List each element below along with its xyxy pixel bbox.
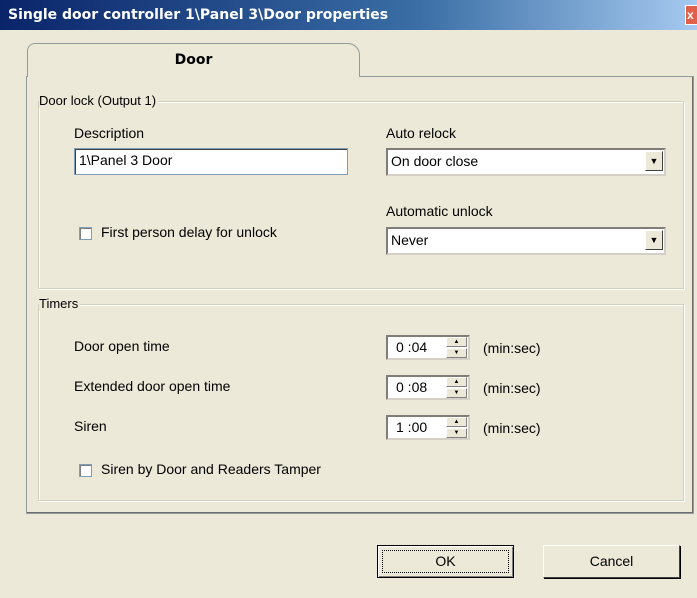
close-icon: x [687, 8, 694, 22]
extended-door-open-time-value: 0 :08 [396, 379, 428, 395]
tab-panel-door: Door lock (Output 1) Description 1\Panel… [26, 76, 694, 514]
ok-button[interactable]: OK [377, 545, 514, 578]
siren-label: Siren [74, 418, 107, 434]
extended-door-open-time-spinner[interactable]: 0 :08 ▲ ▼ [386, 375, 470, 400]
auto-relock-label: Auto relock [386, 125, 457, 141]
tab-door-label: Door [174, 52, 213, 68]
cancel-button-label: Cancel [589, 553, 634, 569]
door-open-time-spinner[interactable]: 0 :04 ▲ ▼ [386, 335, 470, 360]
automatic-unlock-value: Never [391, 232, 429, 248]
door-open-time-label: Door open time [74, 338, 170, 354]
door-lock-legend: Door lock (Output 1) [39, 93, 159, 108]
door-lock-group: Door lock (Output 1) Description 1\Panel… [38, 93, 684, 289]
extended-door-open-time-unit: (min:sec) [483, 380, 541, 396]
door-open-time-unit: (min:sec) [483, 340, 541, 356]
spin-up-icon[interactable]: ▲ [446, 337, 467, 347]
timers-legend: Timers [39, 296, 81, 311]
description-field[interactable]: 1\Panel 3 Door [74, 148, 348, 175]
siren-unit: (min:sec) [483, 420, 541, 436]
spin-up-icon[interactable]: ▲ [446, 417, 467, 427]
chevron-down-icon[interactable]: ▼ [645, 230, 663, 250]
auto-relock-value: On door close [391, 153, 479, 169]
door-open-time-value: 0 :04 [396, 339, 428, 355]
chevron-down-icon[interactable]: ▼ [645, 151, 663, 171]
auto-relock-select[interactable]: On door close ▼ [386, 148, 666, 176]
siren-tamper-checkbox[interactable] [79, 464, 92, 477]
first-person-delay-checkbox[interactable] [79, 227, 92, 240]
first-person-delay-label: First person delay for unlock [101, 224, 277, 240]
description-label: Description [74, 125, 145, 141]
siren-tamper-label: Siren by Door and Readers Tamper [101, 461, 321, 477]
automatic-unlock-select[interactable]: Never ▼ [386, 227, 666, 255]
cancel-button[interactable]: Cancel [543, 545, 680, 578]
close-button[interactable]: x [685, 5, 697, 25]
siren-spinner[interactable]: 1 :00 ▲ ▼ [386, 415, 470, 440]
automatic-unlock-label: Automatic unlock [386, 203, 493, 219]
window-title: Single door controller 1\Panel 3\Door pr… [8, 7, 389, 23]
tab-door[interactable]: Door [27, 43, 360, 77]
spin-down-icon[interactable]: ▼ [446, 348, 467, 358]
timers-group: Timers Door open time 0 :04 ▲ ▼ (min:sec… [38, 296, 684, 501]
title-bar: Single door controller 1\Panel 3\Door pr… [0, 0, 697, 30]
spin-up-icon[interactable]: ▲ [446, 377, 467, 387]
extended-door-open-time-label: Extended door open time [74, 378, 231, 394]
spin-down-icon[interactable]: ▼ [446, 428, 467, 438]
spin-down-icon[interactable]: ▼ [446, 388, 467, 398]
siren-value: 1 :00 [396, 419, 428, 435]
